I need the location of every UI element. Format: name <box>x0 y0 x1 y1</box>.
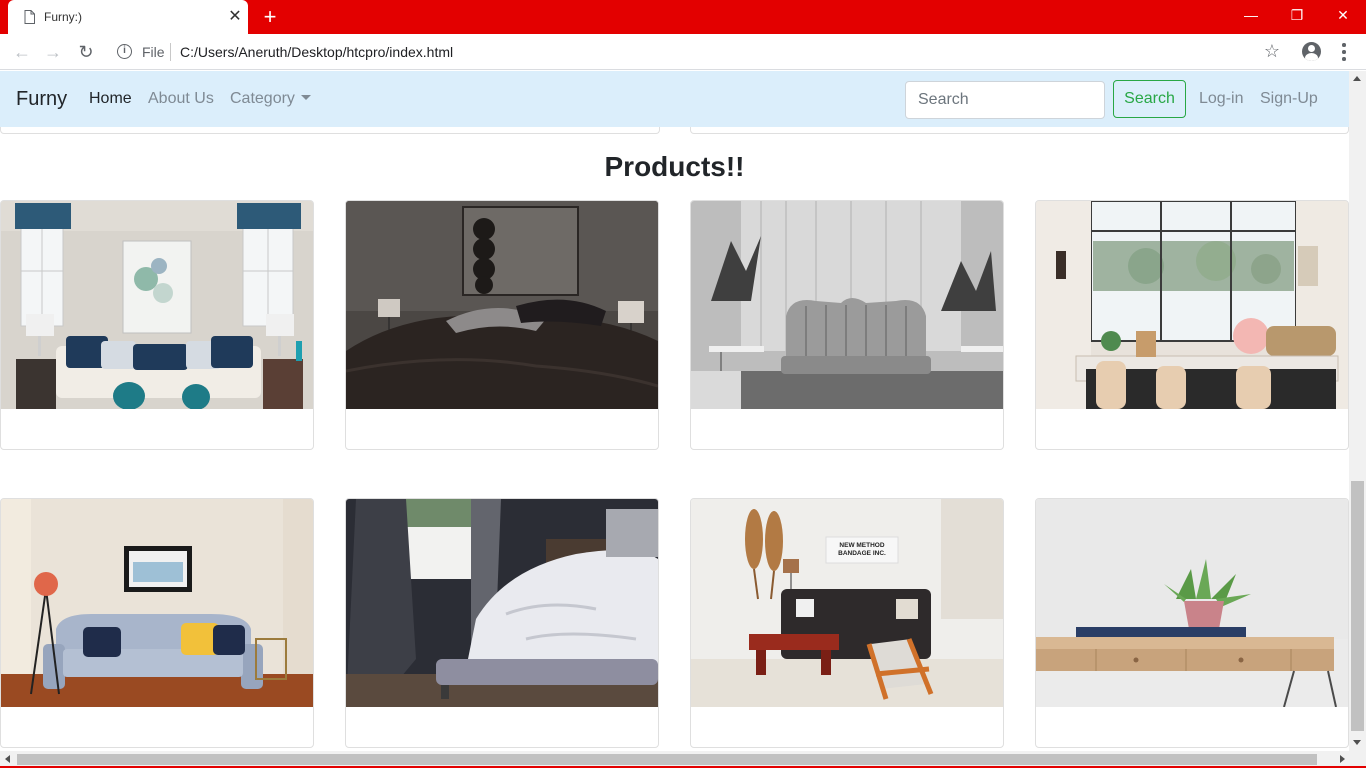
product-image-snowshoe-living-room[interactable]: NEW METHOD BANDAGE INC. <box>691 499 1003 707</box>
vertical-scroll-thumb[interactable] <box>1351 481 1364 731</box>
product-card[interactable] <box>345 498 659 748</box>
close-icon: ✕ <box>1337 7 1349 23</box>
svg-text:NEW METHOD: NEW METHOD <box>839 542 884 549</box>
nav-home[interactable]: Home <box>89 90 132 108</box>
url-separator <box>170 43 171 61</box>
back-button[interactable]: ← <box>10 40 34 64</box>
tab-title: Furny:) <box>44 10 83 24</box>
product-card[interactable] <box>1035 498 1349 748</box>
nav-category-label: Category <box>230 90 295 107</box>
address-bar[interactable]: C:/Users/Aneruth/Desktop/htcpro/index.ht… <box>180 44 453 60</box>
plus-icon: + <box>263 4 277 29</box>
product-image-dining-room[interactable] <box>1036 201 1348 409</box>
scroll-down-icon[interactable] <box>1353 740 1361 745</box>
browser-titlebar: Furny:) ✕ + — ❐ ✕ <box>0 0 1366 34</box>
document-icon <box>24 10 35 24</box>
bookmark-star-icon[interactable]: ☆ <box>1262 41 1282 61</box>
nav-signup[interactable]: Sign-Up <box>1260 90 1318 108</box>
forward-button[interactable]: → <box>41 40 65 64</box>
vertical-scrollbar[interactable] <box>1349 71 1366 751</box>
restore-icon: ❐ <box>1290 7 1304 23</box>
product-card[interactable] <box>345 200 659 450</box>
product-image-blue-sofa[interactable] <box>1 499 313 707</box>
browser-tab[interactable]: Furny:) ✕ <box>8 0 248 34</box>
scroll-up-icon[interactable] <box>1353 76 1361 81</box>
product-card[interactable] <box>1035 200 1349 450</box>
restore-button[interactable]: ❐ <box>1274 0 1320 30</box>
nav-about-us[interactable]: About Us <box>148 90 214 108</box>
product-card[interactable] <box>690 200 1004 450</box>
horizontal-scroll-thumb[interactable] <box>17 754 1317 765</box>
product-image-console-table[interactable] <box>1036 499 1348 707</box>
product-card[interactable] <box>0 498 314 748</box>
reload-button[interactable]: ↻ <box>74 40 98 64</box>
caret-down-icon <box>300 95 311 100</box>
product-card[interactable]: NEW METHOD BANDAGE INC. <box>690 498 1004 748</box>
product-card[interactable] <box>0 200 314 450</box>
products-heading: Products!! <box>604 151 745 182</box>
scroll-left-icon[interactable] <box>5 755 10 763</box>
brand-logo[interactable]: Furny <box>16 88 67 111</box>
new-tab-button[interactable]: + <box>258 5 282 29</box>
search-button[interactable]: Search <box>1113 80 1186 118</box>
profile-icon[interactable] <box>1302 42 1321 61</box>
minimize-icon: — <box>1244 7 1258 23</box>
scroll-right-icon[interactable] <box>1340 755 1345 763</box>
info-icon[interactable]: i <box>117 44 132 59</box>
nav-login[interactable]: Log-in <box>1199 90 1243 108</box>
product-image-white-bed[interactable] <box>346 499 658 707</box>
reload-icon: ↻ <box>78 42 94 62</box>
site-navbar: Furny Home About Us Category Search Log-… <box>0 71 1349 127</box>
file-label: File <box>142 44 165 60</box>
search-input[interactable] <box>905 81 1105 119</box>
kebab-menu-icon[interactable] <box>1336 42 1352 62</box>
arrow-right-icon: → <box>44 42 62 62</box>
nav-category-dropdown[interactable]: Category <box>230 90 311 108</box>
minimize-button[interactable]: — <box>1228 0 1274 30</box>
page-viewport: Furny Home About Us Category Search Log-… <box>0 71 1349 751</box>
svg-text:BANDAGE INC.: BANDAGE INC. <box>838 550 886 557</box>
product-image-dark-bedroom[interactable] <box>346 201 658 409</box>
product-image-grayscale-sofa[interactable] <box>691 201 1003 409</box>
product-image-living-room[interactable] <box>1 201 313 409</box>
close-tab-icon[interactable]: ✕ <box>226 8 244 26</box>
close-window-button[interactable]: ✕ <box>1320 0 1366 30</box>
browser-toolbar: ← → ↻ i File C:/Users/Aneruth/Desktop/ht… <box>0 34 1366 70</box>
arrow-left-icon: ← <box>13 42 31 62</box>
